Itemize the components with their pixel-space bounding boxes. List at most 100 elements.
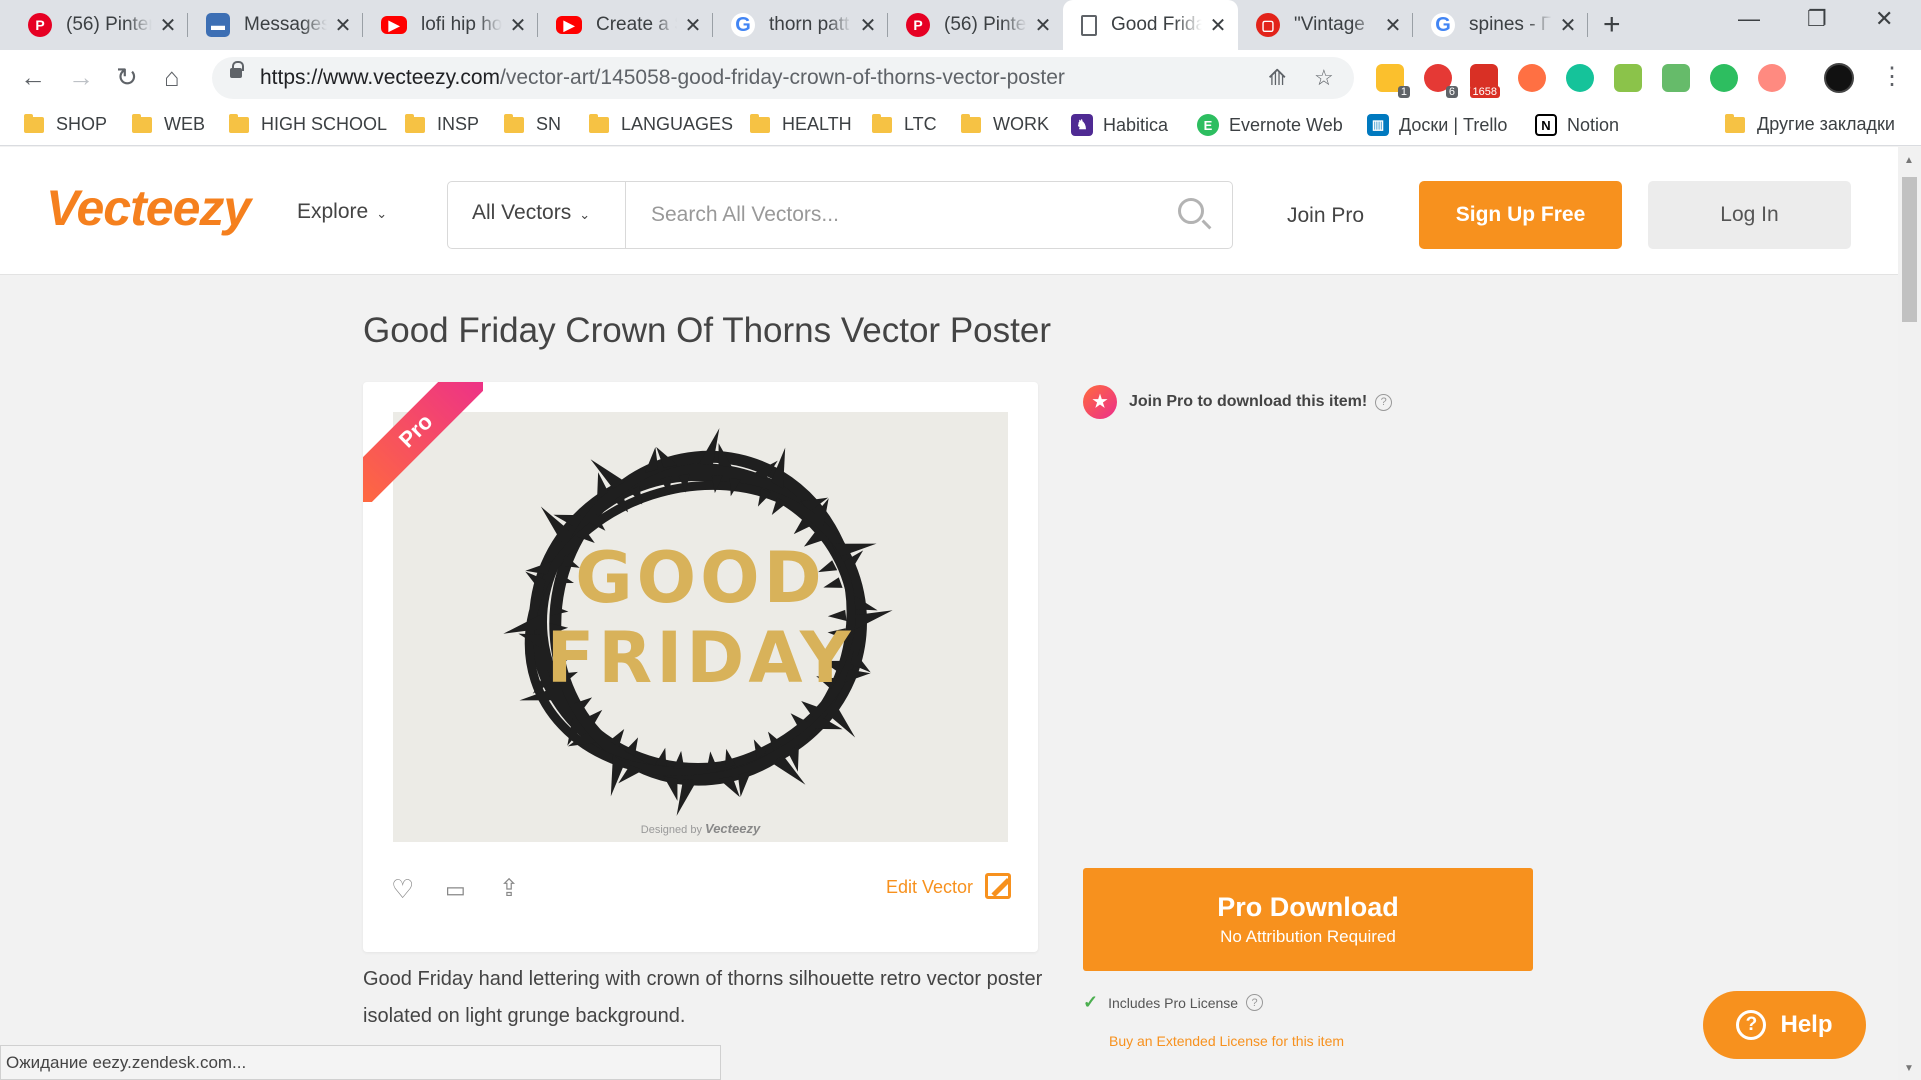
tab-good-friday[interactable]: Good Friday ✕ — [1063, 0, 1238, 50]
tab-create[interactable]: ▶ Create a S ✕ — [538, 0, 713, 50]
close-icon[interactable]: ✕ — [1558, 13, 1578, 38]
extension-2-icon[interactable]: 6 — [1424, 64, 1458, 98]
tab-vintage[interactable]: ▢ "Vintage ✕ — [1238, 0, 1413, 50]
help-circle-icon[interactable]: ? — [1246, 994, 1264, 1011]
gmail-badge: 1658 — [1469, 86, 1500, 98]
pro-download-label: Pro Download — [1217, 892, 1399, 922]
home-icon[interactable]: ⌂ — [164, 62, 180, 93]
bookmark-trello[interactable]: ▥ Доски | Trello — [1367, 114, 1507, 136]
translate-icon[interactable]: ⟰ — [1268, 65, 1286, 91]
bookmark-evernote[interactable]: E Evernote Web — [1197, 114, 1343, 136]
bookmark-other[interactable]: Другие закладки — [1725, 113, 1895, 135]
bookmark-star-icon[interactable]: ☆ — [1314, 65, 1334, 91]
join-pro-link[interactable]: Join Pro — [1287, 204, 1364, 228]
gmail-icon[interactable]: 1658 — [1469, 64, 1500, 98]
tab-pinterest-2[interactable]: P (56) Pinterest ✕ — [888, 0, 1063, 50]
heart-icon[interactable]: ♡ — [391, 874, 414, 905]
evernote-extension-icon[interactable] — [1710, 64, 1738, 92]
scroll-down-icon[interactable]: ▼ — [1904, 1063, 1914, 1074]
close-icon[interactable]: ✕ — [1033, 13, 1053, 38]
tab-thorn[interactable]: G thorn patt ✕ — [713, 0, 888, 50]
close-icon[interactable]: ✕ — [1383, 13, 1403, 38]
bookmark-folder[interactable]: WEB — [132, 113, 205, 135]
log-in-button[interactable]: Log In — [1648, 181, 1851, 249]
search-scope-dropdown[interactable]: All Vectors ⌄ — [448, 182, 626, 248]
minimize-icon[interactable]: — — [1738, 6, 1760, 32]
restore-icon[interactable]: ❐ — [1807, 6, 1827, 32]
back-icon[interactable]: ← — [20, 62, 46, 93]
join-pro-note: ★ Join Pro to download this item! ? — [1083, 385, 1393, 419]
credit-prefix: Designed by — [640, 824, 702, 836]
flame-extension-icon[interactable] — [1518, 64, 1546, 92]
scroll-thumb[interactable] — [1902, 177, 1917, 322]
tab-separator — [1587, 13, 1588, 37]
pro-download-button[interactable]: Pro Download No Attribution Required — [1083, 868, 1533, 971]
bookmark-habitica[interactable]: ♞ Habitica — [1071, 114, 1168, 136]
lock-icon[interactable] — [230, 61, 244, 78]
explore-menu[interactable]: Explore ⌄ — [297, 200, 387, 224]
audio-extension-icon[interactable] — [1662, 64, 1690, 92]
tab-pinterest-1[interactable]: P (56) Pinterest ✕ — [10, 0, 188, 50]
thorn-spike — [663, 776, 678, 801]
help-circle-icon[interactable]: ? — [1375, 393, 1393, 411]
tab-title: spines - Г — [1469, 14, 1552, 35]
extension-1-icon[interactable]: 1 — [1376, 64, 1410, 98]
bookmark-folder[interactable]: SHOP — [24, 113, 107, 135]
card-actions: ♡ ▭ ⇪ Edit Vector — [363, 869, 1038, 909]
bookmark-label: LANGUAGES — [621, 114, 734, 134]
profile-avatar[interactable] — [1824, 63, 1854, 93]
close-icon[interactable]: ✕ — [158, 13, 178, 38]
artwork-image[interactable]: GOOD FRIDAY Designed by Vecteezy — [393, 412, 1008, 842]
bookmark-folder[interactable]: HEALTH — [750, 113, 852, 135]
reload-icon[interactable]: ↻ — [116, 62, 138, 93]
habitica-extension-icon[interactable] — [1614, 64, 1642, 92]
url-text[interactable]: https://www.vecteezy.com/vector-art/1450… — [260, 66, 1065, 90]
artwork-credit: Designed by Vecteezy — [393, 821, 1008, 836]
tab-spines[interactable]: G spines - Г ✕ — [1413, 0, 1588, 50]
grammarly-icon[interactable] — [1566, 64, 1594, 92]
tab-lofi[interactable]: ▶ lofi hip hop ✕ — [363, 0, 538, 50]
search-input[interactable] — [651, 192, 1171, 238]
new-tab-icon[interactable]: + — [1603, 8, 1621, 42]
includes-license: ✓ Includes Pro License ? — [1083, 992, 1264, 1013]
share-icon[interactable]: ⇪ — [499, 874, 519, 903]
cast-extension-icon[interactable] — [1758, 64, 1786, 92]
bookmark-folder[interactable]: LTC — [872, 113, 937, 135]
evernote-icon: E — [1197, 114, 1219, 136]
bookmark-folder[interactable]: WORK — [961, 113, 1049, 135]
search-icon[interactable] — [1178, 198, 1204, 224]
bookmark-notion[interactable]: N Notion — [1535, 114, 1619, 136]
edit-vector-icon[interactable] — [985, 873, 1011, 899]
close-icon[interactable]: ✕ — [1208, 13, 1228, 38]
window-close-icon[interactable]: ✕ — [1875, 6, 1893, 32]
close-icon[interactable]: ✕ — [333, 13, 353, 38]
bookmark-folder[interactable]: INSP — [405, 113, 479, 135]
vecteezy-logo[interactable]: Vecteezy — [46, 179, 251, 237]
forward-icon[interactable]: → — [68, 62, 94, 93]
close-icon[interactable]: ✕ — [683, 13, 703, 38]
bookmark-folder[interactable]: HIGH SCHOOL — [229, 113, 387, 135]
address-bar[interactable]: https://www.vecteezy.com/vector-art/1450… — [212, 57, 1354, 99]
sign-up-button[interactable]: Sign Up Free — [1419, 181, 1622, 249]
more-menu-icon[interactable]: ⋮ — [1880, 62, 1904, 91]
checkmark-icon: ✓ — [1083, 992, 1099, 1012]
bookmark-folder[interactable]: SN — [504, 113, 561, 135]
comment-icon[interactable]: ▭ — [445, 877, 466, 903]
folder-icon — [589, 113, 609, 133]
close-icon[interactable]: ✕ — [858, 13, 878, 38]
artwork-text-friday: FRIDAY — [546, 617, 855, 699]
extended-license-link[interactable]: Buy an Extended License for this item — [1109, 1033, 1344, 1049]
bookmark-folder[interactable]: LANGUAGES — [589, 113, 734, 135]
tab-messages[interactable]: ▬ Messages ✕ — [188, 0, 363, 50]
join-pro-note-text: Join Pro to download this item! — [1129, 393, 1368, 410]
folder-icon — [229, 113, 249, 133]
preview-card: Pro GOOD FRIDAY Designed by Vecteezy ♡ ▭… — [363, 382, 1038, 952]
edit-vector-link[interactable]: Edit Vector — [886, 877, 973, 898]
notion-icon: N — [1535, 114, 1557, 136]
scrollbar[interactable]: ▲ ▼ — [1898, 147, 1921, 1080]
help-button[interactable]: ? Help — [1703, 991, 1866, 1059]
thorn-spike — [610, 755, 626, 797]
scroll-up-icon[interactable]: ▲ — [1904, 155, 1914, 166]
bookmarks-bar: SHOP WEB HIGH SCHOOL INSP SN LANGUAGES H… — [0, 106, 1921, 146]
close-icon[interactable]: ✕ — [508, 13, 528, 38]
